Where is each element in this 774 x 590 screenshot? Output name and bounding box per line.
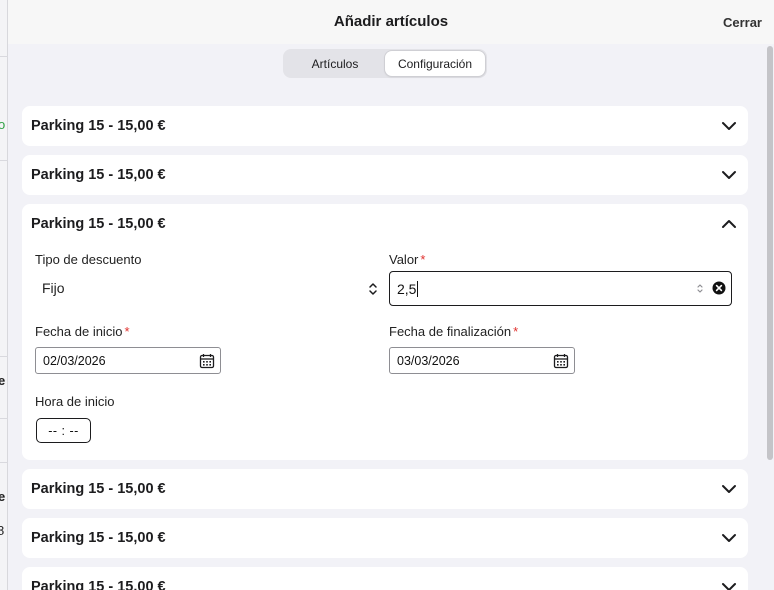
background-divider (0, 56, 8, 57)
item-card: Parking 15 - 15,00 € (22, 469, 748, 509)
item-title: Parking 15 - 15,00 € (31, 530, 166, 546)
value-label-text: Valor (389, 252, 419, 267)
background-divider (0, 462, 8, 463)
item-card: Parking 15 - 15,00 € (22, 518, 748, 558)
start-time-label: Hora de inicio (35, 394, 115, 409)
item-card: Parking 15 - 15,00 € (22, 106, 748, 146)
chevron-down-icon (722, 485, 736, 493)
select-updown-icon (369, 283, 377, 295)
item-card: Parking 15 - 15,00 € (22, 567, 748, 590)
item-title: Parking 15 - 15,00 € (31, 216, 166, 232)
background-text-fragment: 8 (0, 523, 5, 538)
item-card-header[interactable]: Parking 15 - 15,00 € (22, 567, 748, 590)
scrollbar[interactable] (767, 46, 773, 460)
start-date-value: 02/03/2026 (43, 353, 106, 368)
background-divider (0, 356, 8, 357)
modal-header: Añadir artículos Cerrar (8, 0, 774, 44)
start-time-value: -- : -- (48, 423, 79, 438)
item-card: Parking 15 - 15,00 € (22, 155, 748, 195)
chevron-up-icon (722, 220, 736, 228)
tab-articulos[interactable]: Artículos (285, 51, 385, 76)
start-date-input[interactable]: 02/03/2026 (35, 347, 221, 374)
chevron-down-icon (722, 534, 736, 542)
tab-segmented-control: Artículos Configuración (283, 49, 487, 78)
close-button[interactable]: Cerrar (723, 15, 762, 30)
start-time-label-text: Hora de inicio (35, 394, 115, 409)
discount-type-select[interactable]: Fijo (35, 271, 380, 305)
end-date-value: 03/03/2026 (397, 353, 460, 368)
start-date-label-text: Fecha de inicio (35, 324, 123, 339)
item-card-header[interactable]: Parking 15 - 15,00 € (22, 518, 748, 558)
required-mark: * (420, 252, 426, 267)
calendar-icon[interactable] (553, 353, 569, 369)
number-spinner-icon[interactable] (696, 282, 704, 295)
value-input-text: 2,5 (397, 280, 417, 297)
item-card-expanded: Parking 15 - 15,00 € Tipo de descuento F… (22, 204, 748, 460)
value-input[interactable]: 2,5 (389, 271, 732, 306)
modal-title: Añadir artículos (333, 13, 449, 30)
item-card-header[interactable]: Parking 15 - 15,00 € (22, 469, 748, 509)
item-card-header[interactable]: Parking 15 - 15,00 € (22, 204, 748, 244)
chevron-down-icon (722, 171, 736, 179)
item-title: Parking 15 - 15,00 € (31, 167, 166, 183)
item-title: Parking 15 - 15,00 € (31, 481, 166, 497)
end-date-label-text: Fecha de finalización (389, 324, 512, 339)
background-text-fragment: o (0, 117, 6, 132)
item-card-header[interactable]: Parking 15 - 15,00 € (22, 106, 748, 146)
start-time-input[interactable]: -- : -- (36, 418, 91, 443)
add-items-modal: Añadir artículos Cerrar Artículos Config… (8, 0, 774, 590)
background-text-fragment: e (0, 489, 6, 504)
required-mark: * (124, 324, 130, 339)
background-divider (0, 160, 8, 161)
end-date-input[interactable]: 03/03/2026 (389, 347, 575, 374)
value-label: Valor * (389, 252, 425, 267)
chevron-down-icon (722, 583, 736, 590)
calendar-icon[interactable] (199, 353, 215, 369)
item-title: Parking 15 - 15,00 € (31, 579, 166, 590)
item-card-header[interactable]: Parking 15 - 15,00 € (22, 155, 748, 195)
chevron-down-icon (722, 122, 736, 130)
item-title: Parking 15 - 15,00 € (31, 118, 166, 134)
start-date-label: Fecha de inicio * (35, 324, 130, 339)
background-divider (0, 418, 8, 419)
discount-type-value: Fijo (42, 280, 65, 296)
background-text-fragment: e (0, 373, 6, 388)
text-caret (417, 280, 419, 297)
discount-type-label-text: Tipo de descuento (35, 252, 142, 267)
discount-type-label: Tipo de descuento (35, 252, 141, 267)
clear-icon[interactable] (712, 281, 726, 295)
background-page-strip: o e e 8 (0, 0, 8, 590)
end-date-label: Fecha de finalización * (389, 324, 518, 339)
tab-configuracion[interactable]: Configuración (385, 51, 485, 76)
required-mark: * (513, 324, 519, 339)
